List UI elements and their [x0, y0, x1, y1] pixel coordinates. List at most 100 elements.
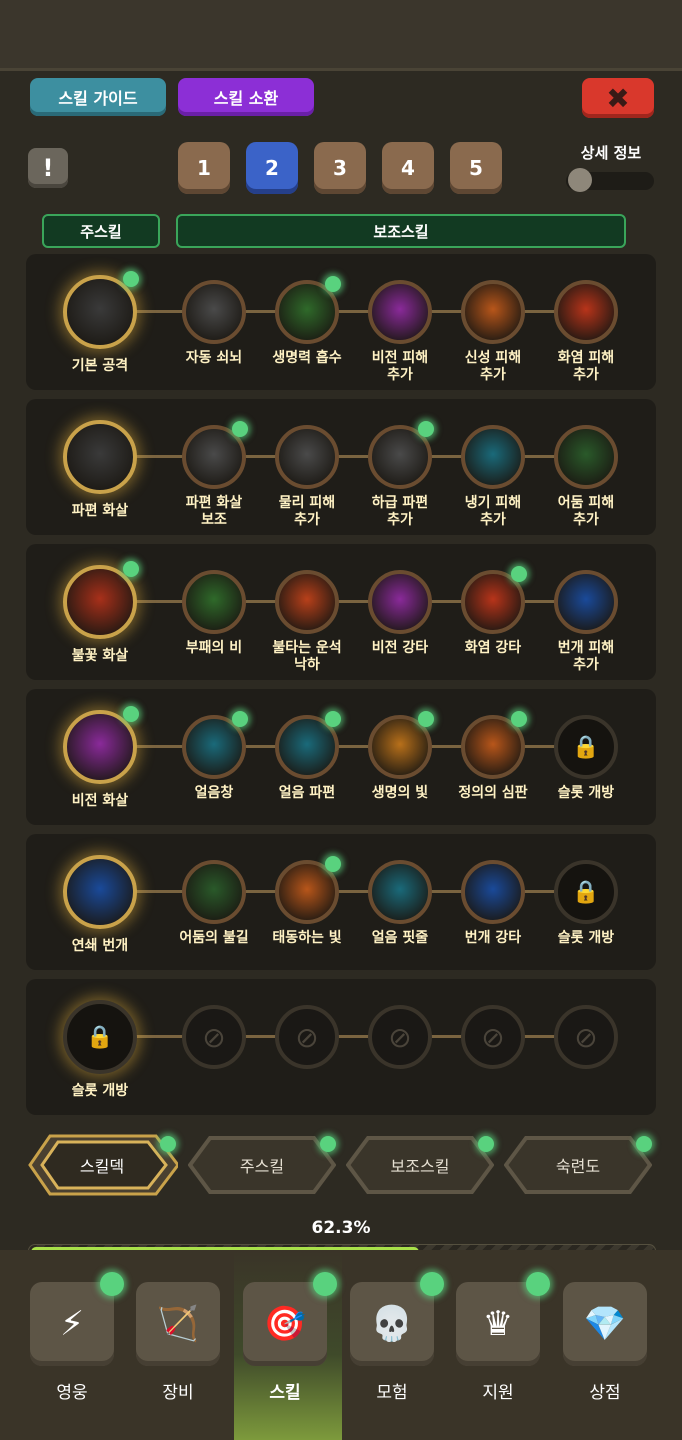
close-button[interactable]: ✖: [582, 78, 654, 118]
flame-arrow-icon[interactable]: [63, 565, 137, 639]
skill-summon-label: 스킬 소환: [213, 89, 279, 108]
preset-4-button[interactable]: 4: [382, 142, 434, 194]
meteor-icon[interactable]: [275, 570, 339, 634]
skill-label: 슬롯 개방: [557, 785, 615, 801]
nav-banner-button[interactable]: ♛: [456, 1272, 550, 1366]
tab-mastery[interactable]: 숙련도: [504, 1134, 652, 1196]
skill-guide-button[interactable]: 스킬 가이드: [30, 78, 166, 116]
notification-dot: [123, 706, 139, 722]
preset-label: 1: [197, 156, 211, 180]
toggle-knob[interactable]: [568, 168, 592, 192]
info-button[interactable]: !: [28, 148, 68, 188]
chain-lightning-icon[interactable]: [63, 855, 137, 929]
nav-label: 장비: [162, 1383, 194, 1403]
frost-icon[interactable]: [461, 425, 525, 489]
skill-row: 불꽃 화살 부패의 비 불타는 운석 낙하 비전 강타 화염 강타 번개 피해 추가: [26, 544, 656, 680]
ice-vein-icon[interactable]: [368, 860, 432, 924]
decay-icon[interactable]: [182, 570, 246, 634]
notification-dot: [478, 1136, 494, 1152]
nav-lightning-button[interactable]: ⚡: [30, 1272, 124, 1366]
detail-info-toggle[interactable]: [566, 168, 654, 192]
preset-1-button[interactable]: 1: [178, 142, 230, 194]
preset-3-button[interactable]: 3: [314, 142, 366, 194]
notification-dot: [418, 711, 434, 727]
nav-label: 모험: [376, 1383, 408, 1403]
skill-label: 얼음창: [194, 785, 234, 801]
skill-label: 슬롯 개방: [557, 930, 615, 946]
dark-flame-icon[interactable]: [182, 860, 246, 924]
skill-label: 비전 강타: [371, 640, 429, 656]
blocked-icon: ⊘: [182, 1005, 246, 1069]
preset-label: 3: [333, 156, 347, 180]
lightning-icon[interactable]: [554, 570, 618, 634]
nav-label: 스킬: [269, 1383, 301, 1403]
holy-icon[interactable]: [461, 280, 525, 344]
nav-label: 영웅: [56, 1383, 88, 1403]
nav-skull-button[interactable]: 💀: [350, 1272, 444, 1366]
skill-label: 기본 공격: [71, 358, 129, 374]
preset-2-button[interactable]: 2: [246, 142, 298, 194]
skill-label: 파편 화살: [71, 503, 129, 519]
notification-dot: [325, 711, 341, 727]
notification-dot: [232, 711, 248, 727]
arcane-icon[interactable]: [368, 280, 432, 344]
notification-dot: [100, 1272, 124, 1296]
arcane-strike-icon[interactable]: [368, 570, 432, 634]
tab-skill-deck[interactable]: 스킬덱: [28, 1134, 178, 1196]
notification-dot: [636, 1136, 652, 1152]
nav-chest-button[interactable]: 💎: [563, 1282, 647, 1366]
skill-label: 불꽃 화살: [71, 648, 129, 664]
skill-label: 번개 피해 추가: [557, 640, 615, 673]
progress-text: 62.3%: [311, 1218, 371, 1238]
lock-icon[interactable]: 🔒: [554, 860, 618, 924]
skill-label: 비전 화살: [71, 793, 129, 809]
notification-dot: [511, 711, 527, 727]
skill-label: 태동하는 빛: [272, 930, 342, 946]
shard-arrow-icon[interactable]: [63, 420, 137, 494]
preset-label: 4: [401, 156, 415, 180]
skill-label: 생명력 흡수: [272, 350, 342, 366]
skill-row: 기본 공격 자동 쇠뇌 생명력 흡수 비전 피해 추가 신성 피해 추가 화염 피해 추가: [26, 254, 656, 390]
lock-icon[interactable]: 🔒: [63, 1000, 137, 1074]
arcane-arrow-icon[interactable]: [63, 710, 137, 784]
skill-label: 파편 화살 보조: [185, 495, 243, 528]
lightning-strike-icon[interactable]: [461, 860, 525, 924]
preset-label: 2: [265, 156, 279, 180]
tab-label: 주스킬: [239, 1157, 285, 1176]
arrow-icon[interactable]: [63, 275, 137, 349]
physical-icon[interactable]: [275, 425, 339, 489]
lightning-icon: ⚡: [60, 1304, 84, 1344]
lock-icon[interactable]: 🔒: [554, 715, 618, 779]
skill-label: 냉기 피해 추가: [464, 495, 522, 528]
skill-guide-label: 스킬 가이드: [58, 89, 138, 108]
tab-sub-skill[interactable]: 보조스킬: [346, 1134, 494, 1196]
skill-label: 자동 쇠뇌: [185, 350, 243, 366]
notification-dot: [313, 1272, 337, 1296]
nav-target-button[interactable]: 🎯: [243, 1272, 337, 1366]
fire-icon[interactable]: [554, 280, 618, 344]
skill-label: 신성 피해 추가: [464, 350, 522, 383]
blocked-icon: ⊘: [368, 1005, 432, 1069]
preset-5-button[interactable]: 5: [450, 142, 502, 194]
skill-row: 연쇄 번개 어둠의 불길 태동하는 빛 얼음 핏줄 번개 강타 🔒 슬롯 개방: [26, 834, 656, 970]
tab-main-skill[interactable]: 주스킬: [188, 1134, 336, 1196]
skill-row: 비전 화살 얼음창 얼음 파편 생명의 빛 정의의 심판 🔒 슬롯 개방: [26, 689, 656, 825]
nav-bow-button[interactable]: 🏹: [136, 1282, 220, 1366]
skill-label: 하급 파편 추가: [371, 495, 429, 528]
detail-info-label: 상세 정보: [580, 144, 642, 162]
skull-icon[interactable]: [554, 425, 618, 489]
skill-label: 어둠 피해 추가: [557, 495, 615, 528]
exclamation-icon: !: [42, 154, 54, 182]
close-icon: ✖: [606, 81, 630, 115]
tab-label: 숙련도: [555, 1157, 601, 1176]
bow-icon: 🏹: [156, 1304, 200, 1344]
blocked-icon: ⊘: [554, 1005, 618, 1069]
notification-dot: [325, 276, 341, 292]
notification-dot: [420, 1272, 444, 1296]
chest-icon: 💎: [583, 1304, 627, 1344]
crossbow-icon[interactable]: [182, 280, 246, 344]
skill-summon-button[interactable]: 스킬 소환: [178, 78, 314, 116]
notification-dot: [511, 566, 527, 582]
blocked-icon: ⊘: [461, 1005, 525, 1069]
nav-label: 지원: [482, 1383, 514, 1403]
